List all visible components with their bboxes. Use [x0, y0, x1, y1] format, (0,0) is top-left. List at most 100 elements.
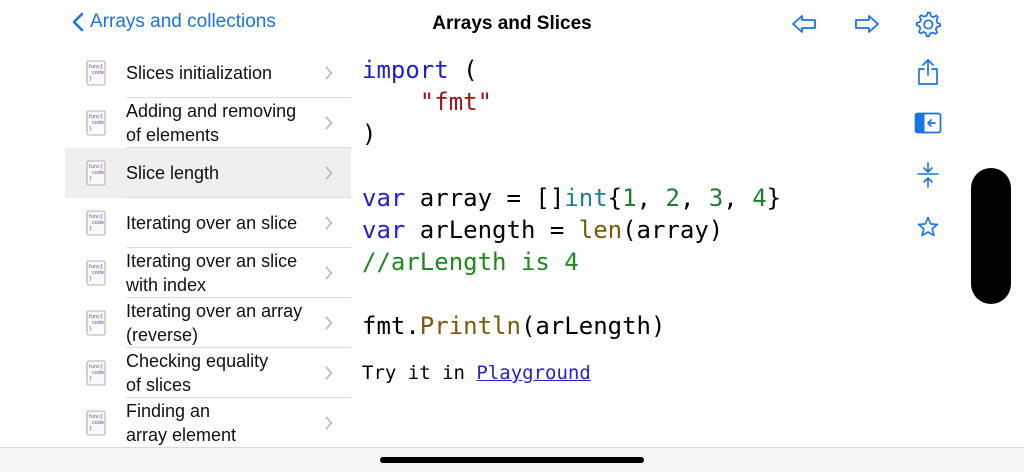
code-token: } — [766, 184, 782, 212]
list-item-label: Iterating over an slice — [126, 211, 321, 235]
chevron-right-icon — [325, 216, 333, 230]
list-item-label-line: of slices — [126, 375, 192, 395]
settings-button[interactable] — [913, 10, 943, 38]
home-indicator[interactable] — [380, 457, 644, 463]
list-item[interactable]: func{code} Iterating over an slice — [65, 198, 351, 248]
list-item-label-line: of elements — [126, 125, 220, 145]
list-item[interactable]: func{code} Iterating over an slice with in… — [65, 248, 351, 298]
chevron-right-icon — [325, 366, 333, 380]
try-it-prefix: Try it in — [362, 362, 477, 384]
collapse-icon — [917, 162, 939, 188]
code-token: int — [564, 184, 608, 212]
list-item[interactable]: func{code} Iterating over an array (revers… — [65, 298, 351, 348]
list-item-label-line: (reverse) — [126, 325, 199, 345]
code-token: { — [607, 184, 623, 212]
scroll-handle[interactable] — [971, 168, 1011, 304]
list-item-label-line: Checking equality — [126, 351, 269, 371]
code-token: array = [] — [405, 184, 565, 212]
star-icon — [917, 216, 939, 237]
chevron-left-icon — [72, 12, 84, 32]
list-item-label-line: Iterating over an slice — [126, 251, 298, 271]
code-icon-line: } — [89, 76, 92, 82]
code-token: "fmt" — [419, 88, 493, 116]
list-item-label: Finding an array element — [126, 399, 321, 447]
code-file-icon: func{code} — [86, 410, 106, 436]
list-item-label-line: Slices initialization — [126, 63, 273, 83]
arrow-left-icon — [792, 15, 816, 33]
code-token: (array) — [622, 216, 724, 244]
code-file-icon: func{code} — [86, 210, 106, 236]
code-token: (arLength) — [520, 312, 666, 340]
code-icon-line: } — [89, 426, 92, 432]
code-icon-line: } — [89, 226, 92, 232]
list-item[interactable]: func{code} Checking equality of slices — [65, 348, 351, 398]
code-file-icon: func{code} — [86, 60, 106, 86]
list-item[interactable]: func{code} Slice length — [65, 148, 351, 198]
code-icon-line: } — [89, 126, 92, 132]
code-icon-line: } — [89, 176, 92, 182]
code-icon-line: code — [92, 120, 104, 126]
arrow-right-icon — [855, 15, 879, 33]
share-button[interactable] — [913, 57, 943, 87]
sidebar-toggle-button[interactable] — [913, 108, 943, 138]
code-file-icon: func{code} — [86, 260, 106, 286]
code-comment: //arLength is 4 — [362, 248, 579, 276]
code-icon-line: code — [92, 370, 104, 376]
list-item-label: Iterating over an array (reverse) — [126, 299, 321, 347]
code-token: , — [636, 184, 666, 212]
code-token: 2 — [665, 184, 680, 212]
list-item-label-line: Iterating over an array — [126, 301, 303, 321]
code-file-icon: func{code} — [86, 360, 106, 386]
list-item-label: Iterating over an slice with index — [126, 249, 321, 297]
code-icon-line: code — [92, 320, 104, 326]
chevron-right-icon — [325, 166, 333, 180]
chevron-right-icon — [325, 266, 333, 280]
code-token: , — [679, 184, 709, 212]
code-token: , — [723, 184, 753, 212]
back-button-label: Arrays and collections — [90, 11, 276, 32]
chevron-right-icon — [325, 66, 333, 80]
code-icon-line: } — [89, 376, 92, 382]
code-icon-line: code — [92, 170, 104, 176]
back-button[interactable]: Arrays and collections — [72, 11, 276, 33]
code-token: ) — [362, 120, 377, 148]
code-token: import — [362, 56, 449, 84]
try-it-line: Try it in Playground — [362, 362, 591, 384]
favorite-button[interactable] — [913, 212, 943, 242]
chevron-right-icon — [325, 316, 333, 330]
code-icon-line: } — [89, 326, 92, 332]
code-token: ( — [448, 56, 478, 84]
code-icon-line: } — [89, 276, 92, 282]
chevron-right-icon — [325, 116, 333, 130]
topic-list: func{code} Slices initialization func{code… — [65, 48, 351, 448]
list-item-label-line: Iterating over an slice — [126, 213, 298, 233]
code-icon-line: code — [92, 270, 104, 276]
code-icon-line: code — [92, 70, 104, 76]
code-file-icon: func{code} — [86, 160, 106, 186]
list-item-label: Slice length — [126, 161, 321, 185]
list-item-label: Checking equality of slices — [126, 349, 321, 397]
code-token: len — [578, 216, 623, 244]
share-icon — [918, 59, 938, 85]
next-button[interactable] — [852, 10, 882, 38]
collapse-button[interactable] — [913, 160, 943, 190]
sidebar-toggle-icon — [914, 112, 942, 134]
code-token: 4 — [752, 184, 767, 212]
code-token: arLength = — [405, 216, 579, 244]
code-icon-line: code — [92, 420, 104, 426]
list-item[interactable]: func{code} Finding an array element — [65, 398, 351, 448]
list-item-label: Adding and removing of elements — [126, 99, 321, 147]
code-token: 3 — [708, 184, 724, 212]
code-file-icon: func{code} — [86, 310, 106, 336]
list-item-label-line: Slice length — [126, 163, 220, 183]
code-block: import ( "fmt" ) var array = []int{1, 2,… — [362, 54, 781, 342]
code-icon-line: code — [92, 220, 104, 226]
playground-link[interactable]: Playground — [476, 362, 590, 384]
list-item[interactable]: func{code} Adding and removing of elements — [65, 98, 351, 148]
gear-icon — [915, 11, 942, 38]
list-item-label-line: Adding and removing — [126, 101, 297, 121]
list-item[interactable]: func{code} Slices initialization — [65, 48, 351, 98]
code-token: var — [362, 216, 406, 244]
code-token: fmt. — [362, 312, 420, 340]
previous-button[interactable] — [789, 10, 819, 38]
